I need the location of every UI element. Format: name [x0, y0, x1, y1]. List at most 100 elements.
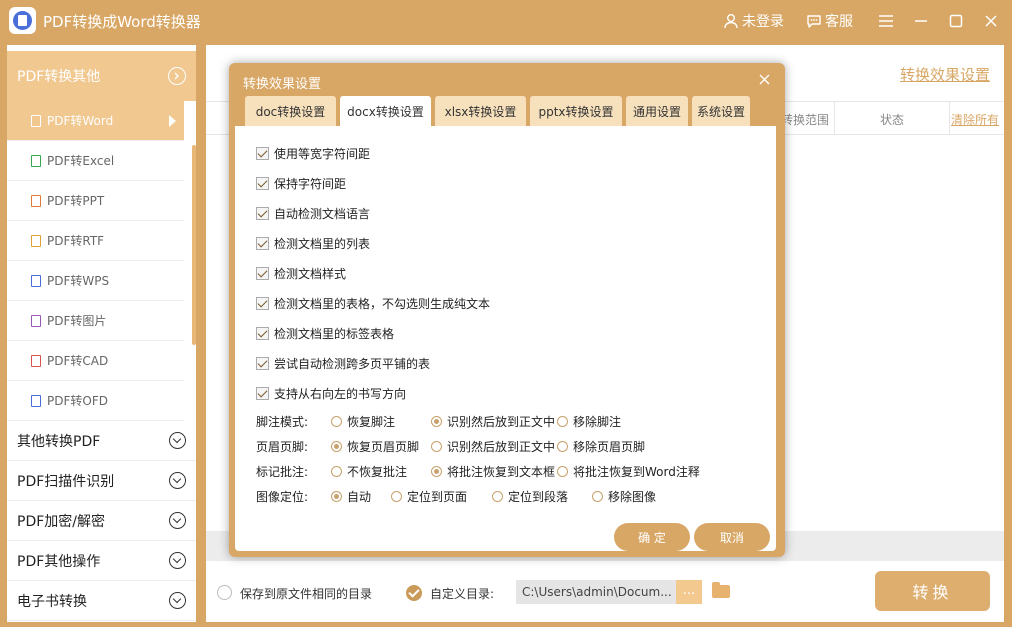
ok-button[interactable]: 确 定: [614, 523, 690, 551]
close-icon: [985, 15, 997, 27]
sidebar-item-pdf-ppt[interactable]: PDF转PPT: [7, 181, 184, 221]
setting-checkbox-row[interactable]: 自动检测文档语言: [256, 204, 370, 222]
setting-checkbox-row[interactable]: 检测文档里的列表: [256, 234, 370, 252]
checkbox-label: 检测文档里的标签表格: [274, 326, 395, 341]
sidebar-scrollbar[interactable]: [192, 145, 196, 345]
checkbox-checked[interactable]: [256, 386, 269, 400]
maximize-button[interactable]: [944, 9, 968, 33]
radio-unselected[interactable]: [431, 441, 442, 452]
custom-dir-radio[interactable]: [406, 585, 422, 601]
dialog-body: 使用等宽字符间距 保持字符间距自动检测文档语言 检测文档里的列表 检测文档样式检测文档…: [235, 126, 776, 551]
sidebar-item-pdf-[interactable]: PDF转图片: [7, 301, 184, 341]
clear-all-link[interactable]: 清除所有: [951, 111, 999, 128]
radio-option[interactable]: 将批注恢复到Word注释: [557, 463, 700, 480]
radio-label: 将批注恢复到Word注释: [573, 465, 700, 479]
setting-checkbox-row[interactable]: 保持字符间距: [256, 174, 346, 192]
radio-unselected[interactable]: [592, 491, 603, 502]
radio-option[interactable]: 恢复页眉页脚: [331, 438, 419, 455]
login-button[interactable]: 未登录: [723, 11, 784, 31]
checkbox-checked[interactable]: [256, 296, 269, 310]
sidebar-item-pdf-rtf[interactable]: PDF转RTF: [7, 221, 184, 261]
radio-selected[interactable]: [331, 441, 342, 452]
setting-checkbox-row[interactable]: 使用等宽字符间距: [256, 144, 370, 162]
sidebar-sub-list: PDF转Word PDF转Excel PDF转PPT PDF转RTF PDF转WPS PD…: [7, 101, 196, 421]
checkbox-checked[interactable]: [256, 356, 269, 370]
convert-button[interactable]: 转换: [875, 571, 990, 611]
radio-option[interactable]: 自动: [331, 488, 371, 505]
setting-checkbox-row[interactable]: 检测文档样式: [256, 264, 346, 282]
checkbox-checked[interactable]: [256, 176, 269, 190]
radio-selected[interactable]: [331, 491, 342, 502]
dialog-tab[interactable]: xlsx转换设置: [435, 96, 526, 126]
sidebar-group[interactable]: PDF其他操作: [7, 541, 196, 581]
dialog-tab[interactable]: docx转换设置: [340, 96, 431, 126]
chevron-down-icon: [169, 552, 186, 569]
radio-option[interactable]: 将批注恢复到文本框: [431, 463, 555, 480]
setting-checkbox-row[interactable]: 检测文档里的标签表格: [256, 324, 394, 342]
option-row: 脚注模式: 恢复脚注 识别然后放到正文中 移除脚注: [256, 412, 756, 430]
sidebar: PDF转换其他 PDF转Word PDF转Excel PDF转PPT PDF转RTF P…: [7, 45, 196, 622]
cancel-button[interactable]: 取消: [694, 523, 770, 551]
checkbox-checked[interactable]: [256, 146, 269, 160]
minimize-button[interactable]: [909, 9, 933, 33]
customer-service-button[interactable]: 客服: [806, 11, 853, 31]
close-window-button[interactable]: [979, 9, 1003, 33]
browse-button[interactable]: ...: [676, 580, 702, 604]
radio-option[interactable]: 移除页眉页脚: [557, 438, 645, 455]
sidebar-group[interactable]: PDF加密/解密: [7, 501, 196, 541]
checkbox-checked[interactable]: [256, 206, 269, 220]
radio-unselected[interactable]: [557, 416, 568, 427]
checkbox-checked[interactable]: [256, 236, 269, 250]
radio-label: 移除页眉页脚: [573, 440, 646, 454]
menu-button[interactable]: [874, 9, 898, 33]
radio-selected[interactable]: [431, 466, 442, 477]
dialog-close-button[interactable]: [757, 73, 771, 87]
option-row: 图像定位: 自动 定位到页面 定位到段落 移除图像: [256, 487, 756, 505]
radio-unselected[interactable]: [557, 441, 568, 452]
radio-unselected[interactable]: [492, 491, 503, 502]
sidebar-section-pdf-to-other[interactable]: PDF转换其他: [7, 51, 196, 101]
wps-file-icon: [31, 274, 41, 287]
column-range: 转换范围: [781, 113, 830, 127]
dialog-tab[interactable]: pptx转换设置: [530, 96, 622, 126]
sidebar-item-pdf-word[interactable]: PDF转Word: [7, 101, 184, 141]
option-row: 标记批注: 不恢复批注 将批注恢复到文本框 将批注恢复到Word注释: [256, 462, 756, 480]
radio-unselected[interactable]: [557, 466, 568, 477]
chevron-down-icon: [169, 432, 186, 449]
sidebar-item-pdf-excel[interactable]: PDF转Excel: [7, 141, 184, 181]
radio-option[interactable]: 识别然后放到正文中: [431, 413, 555, 430]
radio-unselected[interactable]: [391, 491, 402, 502]
dialog-tab[interactable]: doc转换设置: [245, 96, 336, 126]
dialog-tab[interactable]: 系统设置: [692, 96, 750, 126]
checkbox-checked[interactable]: [256, 326, 269, 340]
setting-checkbox-row[interactable]: 支持从右向左的书写方向: [256, 384, 406, 402]
sidebar-group[interactable]: 电子书转换: [7, 581, 196, 621]
checkbox-checked[interactable]: [256, 266, 269, 280]
radio-option[interactable]: 移除脚注: [557, 413, 621, 430]
radio-option[interactable]: 定位到段落: [492, 488, 568, 505]
radio-option[interactable]: 定位到页面: [391, 488, 467, 505]
option-label: 脚注模式:: [256, 415, 309, 429]
output-path-field[interactable]: C:\Users\admin\Docum...: [516, 580, 676, 604]
conversion-settings-link[interactable]: 转换效果设置: [900, 64, 990, 85]
radio-selected[interactable]: [431, 416, 442, 427]
radio-option[interactable]: 移除图像: [592, 488, 656, 505]
radio-option[interactable]: 识别然后放到正文中: [431, 438, 555, 455]
column-divider: [949, 102, 950, 134]
dialog-tab[interactable]: 通用设置: [626, 96, 688, 126]
radio-option[interactable]: 不恢复批注: [331, 463, 407, 480]
sidebar-group[interactable]: PDF扫描件识别: [7, 461, 196, 501]
open-folder-icon[interactable]: [712, 582, 730, 598]
save-same-dir-radio[interactable]: [217, 585, 232, 600]
radio-option[interactable]: 恢复脚注: [331, 413, 395, 430]
checkbox-label: 检测文档里的表格，不勾选则生成纯文本: [274, 296, 491, 311]
sidebar-item-pdf-cad[interactable]: PDF转CAD: [7, 341, 184, 381]
radio-unselected[interactable]: [331, 416, 342, 427]
setting-checkbox-row[interactable]: 尝试自动检测跨多页平铺的表: [256, 354, 430, 372]
sidebar-group[interactable]: 其他转换PDF: [7, 421, 196, 461]
user-icon: [724, 14, 738, 29]
sidebar-item-pdf-wps[interactable]: PDF转WPS: [7, 261, 184, 301]
setting-checkbox-row[interactable]: 检测文档里的表格，不勾选则生成纯文本: [256, 294, 490, 312]
sidebar-item-pdf-ofd[interactable]: PDF转OFD: [7, 381, 184, 421]
radio-unselected[interactable]: [331, 466, 342, 477]
